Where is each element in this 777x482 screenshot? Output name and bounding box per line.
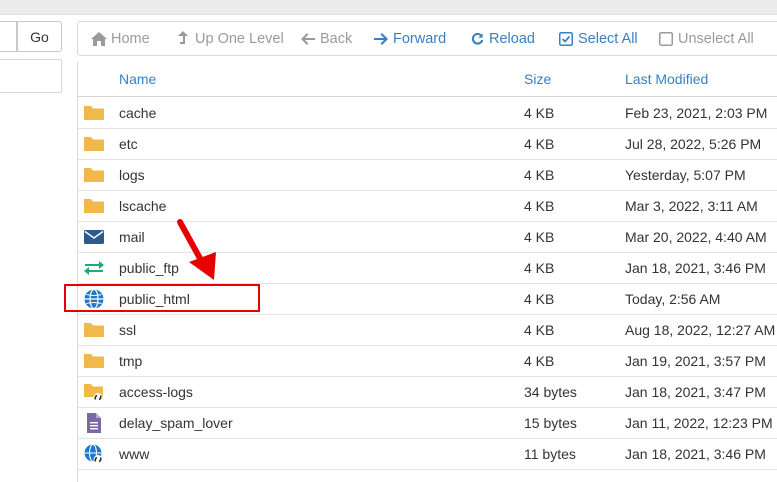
home-icon bbox=[91, 31, 107, 47]
file-name[interactable]: cache bbox=[119, 97, 156, 128]
folder-icon bbox=[83, 350, 105, 372]
column-header-name[interactable]: Name bbox=[119, 62, 156, 96]
file-last-modified: Jan 11, 2022, 12:23 PM bbox=[625, 414, 773, 431]
home-button[interactable]: Home bbox=[91, 22, 150, 55]
file-last-modified: Jan 18, 2021, 3:47 PM bbox=[625, 383, 766, 400]
folder-icon bbox=[83, 164, 105, 186]
unselect-all-button[interactable]: Unselect All bbox=[658, 22, 754, 55]
file-last-modified: Mar 20, 2022, 4:40 AM bbox=[625, 228, 767, 245]
table-row[interactable]: tmp 4 KB Jan 19, 2021, 3:57 PM bbox=[78, 345, 777, 377]
file-last-modified: Jan 19, 2021, 3:57 PM bbox=[625, 352, 766, 369]
up-one-level-button[interactable]: Up One Level bbox=[175, 22, 284, 55]
highlight-box bbox=[64, 284, 260, 312]
table-row[interactable]: etc 4 KB Jul 28, 2022, 5:26 PM bbox=[78, 128, 777, 160]
checkbox-empty-icon bbox=[658, 31, 674, 47]
file-size: 4 KB bbox=[524, 352, 555, 369]
file-size: 4 KB bbox=[524, 228, 555, 245]
ftp-exchange-icon bbox=[83, 257, 105, 279]
file-last-modified: Mar 3, 2022, 3:11 AM bbox=[625, 197, 758, 214]
folder-link-icon bbox=[83, 381, 105, 403]
file-size: 4 KB bbox=[524, 197, 555, 214]
back-button[interactable]: Back bbox=[300, 22, 352, 55]
folder-icon bbox=[83, 319, 105, 341]
file-size: 11 bytes bbox=[524, 445, 576, 462]
column-header-last-modified[interactable]: Last Modified bbox=[625, 62, 708, 96]
file-name[interactable]: public_ftp bbox=[119, 252, 179, 283]
select-all-label: Select All bbox=[578, 30, 638, 47]
folder-icon bbox=[83, 102, 105, 124]
file-last-modified: Jan 18, 2021, 3:46 PM bbox=[625, 445, 766, 462]
file-last-modified: Jan 18, 2021, 3:46 PM bbox=[625, 259, 766, 276]
file-size: 4 KB bbox=[524, 166, 555, 183]
directory-tree-panel bbox=[0, 59, 62, 93]
top-bar bbox=[0, 0, 777, 15]
file-size: 4 KB bbox=[524, 290, 555, 307]
file-last-modified: Aug 18, 2022, 12:27 AM bbox=[625, 321, 776, 338]
file-size: 34 bytes bbox=[524, 383, 577, 400]
table-row[interactable]: ssl 4 KB Aug 18, 2022, 12:27 AM bbox=[78, 314, 777, 346]
unselect-all-label: Unselect All bbox=[678, 30, 754, 47]
file-size: 4 KB bbox=[524, 135, 555, 152]
reload-button[interactable]: Reload bbox=[469, 22, 535, 55]
file-name[interactable]: tmp bbox=[119, 345, 142, 376]
file-name[interactable]: access-logs bbox=[119, 376, 193, 407]
select-all-button[interactable]: Select All bbox=[558, 22, 638, 55]
file-name[interactable]: mail bbox=[119, 221, 145, 252]
file-name[interactable]: lscache bbox=[119, 190, 166, 221]
arrow-right-icon bbox=[373, 31, 389, 47]
go-button[interactable]: Go bbox=[17, 21, 62, 52]
file-size: 4 KB bbox=[524, 321, 555, 338]
table-row[interactable]: cache 4 KB Feb 23, 2021, 2:03 PM bbox=[78, 97, 777, 129]
table-header: Name Size Last Modified bbox=[78, 62, 777, 97]
file-icon bbox=[83, 412, 105, 434]
file-size: 4 KB bbox=[524, 259, 555, 276]
folder-icon bbox=[83, 133, 105, 155]
reload-label: Reload bbox=[489, 30, 535, 47]
column-header-size[interactable]: Size bbox=[524, 62, 551, 96]
forward-button[interactable]: Forward bbox=[373, 22, 446, 55]
table-row[interactable]: www 11 bytes Jan 18, 2021, 3:46 PM bbox=[78, 438, 777, 470]
mail-icon bbox=[83, 226, 105, 248]
file-name[interactable]: delay_spam_lover bbox=[119, 407, 233, 438]
forward-label: Forward bbox=[393, 30, 447, 47]
back-label: Back bbox=[320, 30, 353, 47]
globe-link-icon bbox=[83, 443, 105, 465]
checkbox-checked-icon bbox=[558, 31, 574, 47]
reload-icon bbox=[469, 31, 485, 47]
file-name[interactable]: ssl bbox=[119, 314, 136, 345]
path-input[interactable] bbox=[0, 21, 17, 52]
file-last-modified: Jul 28, 2022, 5:26 PM bbox=[625, 135, 762, 152]
level-up-icon bbox=[175, 30, 191, 47]
table-row[interactable]: delay_spam_lover 15 bytes Jan 11, 2022, 12… bbox=[78, 407, 777, 439]
up-one-level-label: Up One Level bbox=[195, 30, 284, 47]
table-row[interactable]: access-logs 34 bytes Jan 18, 2021, 3:47 PM bbox=[78, 376, 777, 408]
arrow-left-icon bbox=[300, 31, 316, 47]
file-last-modified: Today, 2:56 AM bbox=[625, 290, 721, 307]
file-last-modified: Feb 23, 2021, 2:03 PM bbox=[625, 104, 768, 121]
file-toolbar: Home Up One Level Back Forward Reload Se… bbox=[77, 21, 777, 56]
table-row[interactable]: logs 4 KB Yesterday, 5:07 PM bbox=[78, 159, 777, 191]
folder-icon bbox=[83, 195, 105, 217]
file-size: 15 bytes bbox=[524, 414, 577, 431]
file-name[interactable]: www bbox=[119, 438, 149, 469]
home-label: Home bbox=[111, 30, 150, 47]
file-last-modified: Yesterday, 5:07 PM bbox=[625, 166, 746, 183]
file-name[interactable]: etc bbox=[119, 128, 138, 159]
file-name[interactable]: logs bbox=[119, 159, 145, 190]
red-arrow-annotation bbox=[177, 219, 216, 280]
file-size: 4 KB bbox=[524, 104, 555, 121]
